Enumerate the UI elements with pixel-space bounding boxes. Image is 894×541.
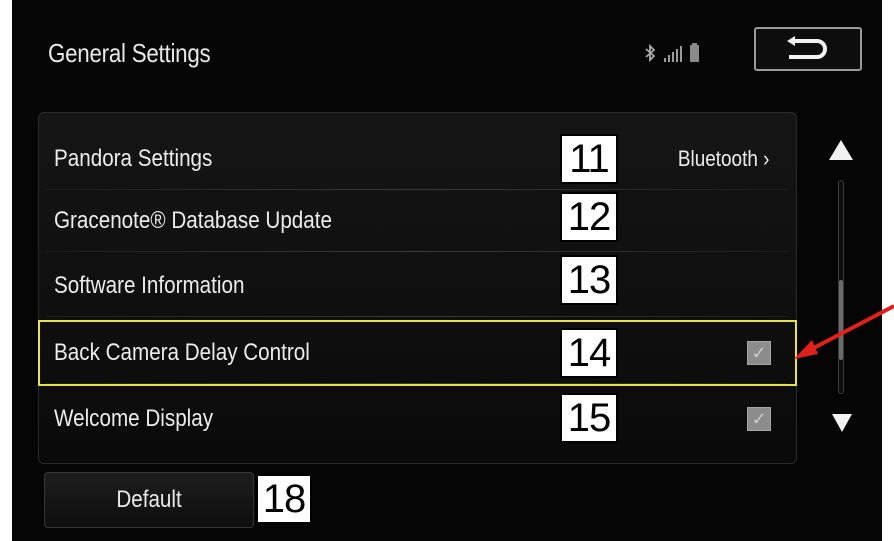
- annotation-arrow: [794, 304, 894, 359]
